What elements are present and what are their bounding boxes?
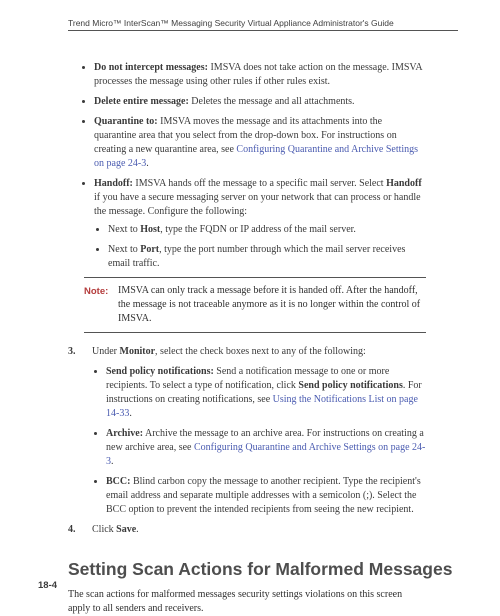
monitor-bcc: BCC: Blind carbon copy the message to an… xyxy=(106,475,426,517)
option-quarantine-to: Quarantine to: IMSVA moves the message a… xyxy=(94,115,426,171)
running-header: Trend Micro™ InterScan™ Messaging Securi… xyxy=(68,18,458,31)
note-text: IMSVA can only track a message before it… xyxy=(118,284,426,326)
handoff-sublist: Next to Host, type the FQDN or IP addres… xyxy=(94,223,426,271)
steps-list: 3. Under Monitor, select the check boxes… xyxy=(68,345,426,537)
monitor-sublist: Send policy notifications: Send a notifi… xyxy=(92,365,426,517)
note-block: Note: IMSVA can only track a message bef… xyxy=(84,277,426,333)
handoff-port: Next to Port, type the port number throu… xyxy=(108,243,426,271)
option-do-not-intercept: Do not intercept messages: IMSVA does no… xyxy=(94,61,426,89)
step-3: 3. Under Monitor, select the check boxes… xyxy=(68,345,426,517)
page-number: 18-4 xyxy=(38,580,57,591)
step-4: 4. Click Save. xyxy=(68,523,426,537)
option-handoff: Handoff: IMSVA hands off the message to … xyxy=(94,177,426,271)
option-delete-entire: Delete entire message: Deletes the messa… xyxy=(94,95,426,109)
handoff-host: Next to Host, type the FQDN or IP addres… xyxy=(108,223,426,237)
option-list: Do not intercept messages: IMSVA does no… xyxy=(68,61,426,271)
note-label: Note: xyxy=(84,284,112,326)
section-heading: Setting Scan Actions for Malformed Messa… xyxy=(68,559,458,580)
document-page: Trend Micro™ InterScan™ Messaging Securi… xyxy=(0,0,500,607)
monitor-archive: Archive: Archive the message to an archi… xyxy=(106,427,426,469)
monitor-send-notifications: Send policy notifications: Send a notifi… xyxy=(106,365,426,421)
section-intro: The scan actions for malformed messages … xyxy=(68,588,426,616)
